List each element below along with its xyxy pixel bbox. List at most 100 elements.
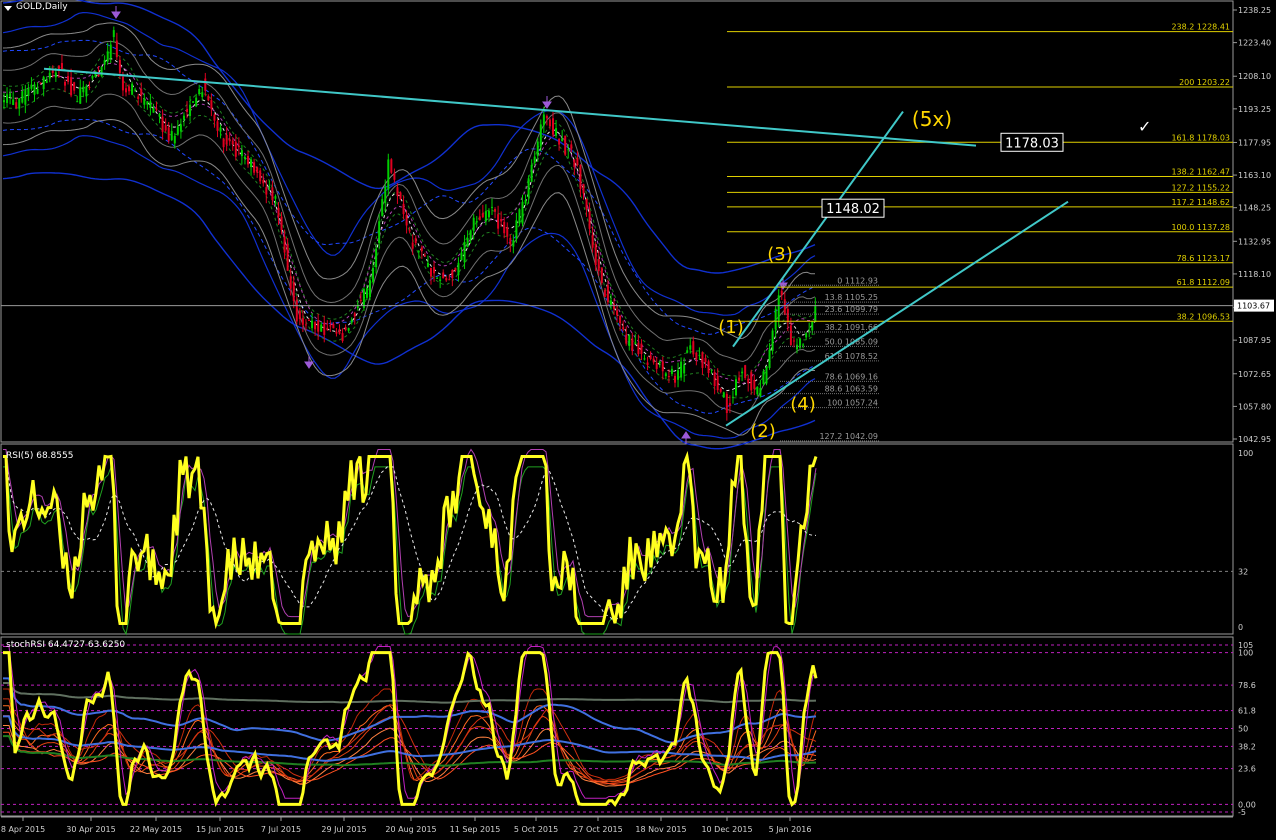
- moving-average-line: [2, 40, 816, 363]
- candle-body: [716, 375, 719, 391]
- candle-body: [106, 51, 109, 62]
- candle-body: [622, 327, 625, 330]
- candle-body: [433, 267, 436, 274]
- candle-body: [253, 162, 256, 173]
- candle-body: [112, 30, 115, 38]
- candle-body: [649, 355, 652, 360]
- candle-body: [216, 121, 219, 131]
- moving-average-line: [2, 119, 816, 414]
- fibo-retracement-label: 127.2 1042.09: [819, 432, 878, 441]
- chart-canvas[interactable]: 238.2 1228.41 200 1203.22 161.8 1178.03 138…: [0, 0, 1276, 840]
- candle-body: [655, 362, 658, 369]
- candle-body: [88, 86, 91, 88]
- candle-body: [631, 338, 634, 352]
- candle-body: [811, 321, 814, 331]
- fibo-extension-label: 200 1203.22: [1179, 78, 1230, 87]
- candle-body: [414, 238, 417, 243]
- candle-body: [125, 88, 127, 93]
- candle-body: [494, 208, 497, 212]
- candle-body: [201, 92, 204, 97]
- date-axis-label: 15 Jun 2015: [196, 825, 244, 834]
- candle-body: [792, 340, 795, 342]
- candle-body: [210, 100, 213, 109]
- candle-body: [292, 282, 295, 302]
- price-candles: [3, 6, 817, 444]
- candle-body: [780, 290, 783, 296]
- candle-body: [265, 187, 268, 195]
- moving-average-line: [2, 93, 816, 415]
- candle-body: [704, 357, 707, 363]
- date-axis-label: 5 Oct 2015: [514, 825, 558, 834]
- candle-body: [170, 131, 173, 141]
- wave-channel-lower-line: [725, 200, 1069, 427]
- resistance-trendline: [43, 67, 977, 147]
- price-axis-label: 1087.95: [1238, 336, 1271, 345]
- candle-body: [579, 164, 582, 189]
- fibo-extension-label: 138.2 1162.47: [1171, 167, 1230, 176]
- candle-body: [219, 127, 222, 132]
- candle-body: [30, 84, 33, 89]
- candle-body: [143, 98, 146, 105]
- candle-body: [613, 304, 615, 309]
- candle-body: [277, 207, 280, 217]
- candle-body: [600, 267, 603, 283]
- price-axis-label: 1177.95: [1238, 138, 1271, 147]
- candle-body: [393, 173, 396, 180]
- candle-body: [304, 324, 307, 326]
- candle-body: [173, 135, 176, 144]
- price-axis-label: 1132.95: [1238, 237, 1271, 246]
- candle-body: [646, 362, 649, 365]
- candle-body: [686, 350, 689, 353]
- moving-average-line: [2, 135, 816, 439]
- candle-body: [332, 324, 335, 329]
- elliott-wave-label: (2): [750, 421, 776, 442]
- candle-body: [164, 125, 167, 131]
- candle-body: [634, 342, 637, 344]
- candle-body: [768, 349, 771, 368]
- fibo-retracement-label: 0 1112.93: [837, 276, 878, 285]
- candle-body: [484, 211, 487, 222]
- candle-body: [744, 365, 747, 378]
- candle-body: [643, 358, 646, 360]
- candle-body: [777, 295, 780, 321]
- candle-body: [478, 216, 481, 221]
- candle-body: [6, 94, 9, 103]
- chart-menu-icon[interactable]: [4, 6, 12, 11]
- candle-body: [323, 322, 326, 335]
- candle-body: [445, 278, 448, 281]
- candle-body: [436, 277, 439, 279]
- fibo-extension-label: 38.2 1096.53: [1177, 312, 1230, 321]
- candle-body: [680, 361, 683, 378]
- candle-body: [286, 244, 289, 271]
- candle-body: [204, 78, 207, 91]
- candle-body: [658, 361, 661, 364]
- candle-body: [753, 379, 756, 389]
- candle-body: [240, 150, 243, 157]
- candle-body: [423, 255, 426, 257]
- candle-body: [408, 230, 411, 232]
- candle-body: [372, 267, 375, 283]
- fibo-retracement-label: 78.6 1069.16: [825, 372, 878, 381]
- candle-body: [588, 211, 591, 229]
- candle-body: [786, 308, 789, 323]
- candle-body: [390, 159, 393, 173]
- candle-body: [21, 91, 24, 103]
- candle-body: [137, 96, 140, 99]
- candle-body: [402, 203, 405, 215]
- candle-body: [3, 100, 5, 103]
- elliott-wave-label: (1): [718, 317, 744, 338]
- candle-body: [475, 220, 478, 223]
- candle-body: [64, 81, 66, 86]
- candle-body: [247, 155, 249, 165]
- candle-body: [231, 140, 234, 145]
- candle-body: [420, 247, 423, 251]
- current-price-value: 1103.67: [1237, 302, 1270, 311]
- price-axis-label: 1072.65: [1238, 370, 1271, 379]
- candle-body: [167, 127, 170, 141]
- candle-body: [97, 74, 100, 77]
- candle-body: [469, 230, 472, 240]
- elliott-wave-label: (3): [767, 244, 793, 265]
- date-axis-label: 11 Sep 2015: [450, 825, 501, 834]
- candle-body: [466, 238, 469, 248]
- price-axis-label: 1163.10: [1238, 171, 1271, 180]
